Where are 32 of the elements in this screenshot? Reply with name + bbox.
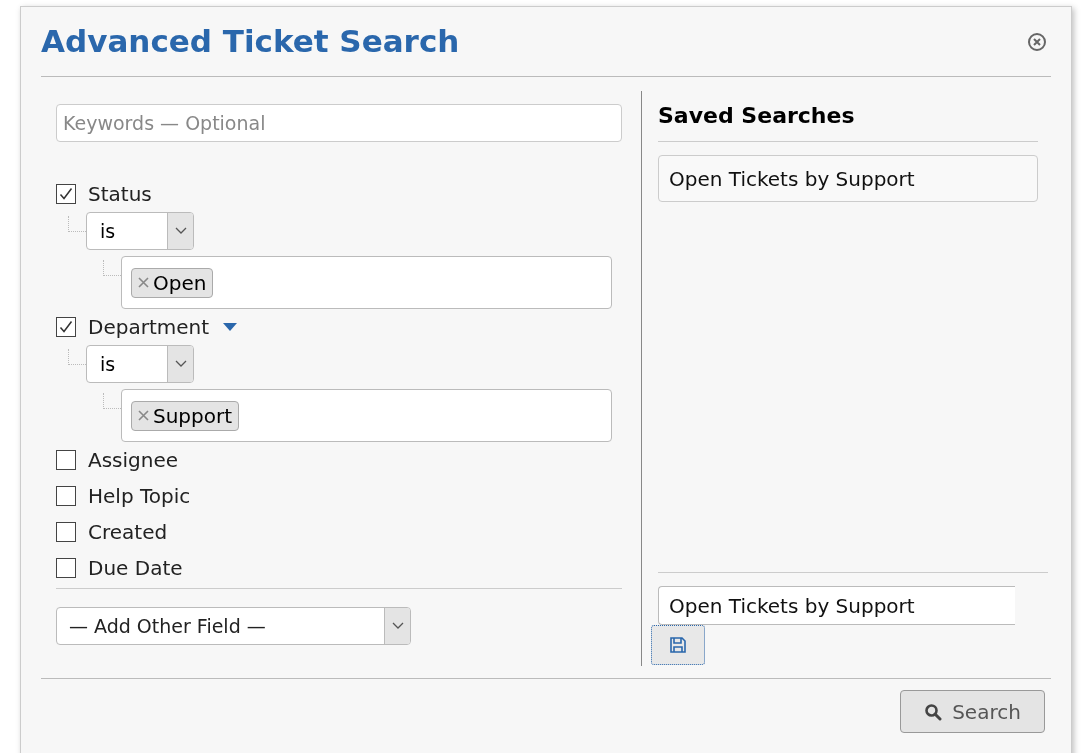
remove-icon[interactable] <box>138 277 149 288</box>
value-tag: Support <box>131 400 240 431</box>
add-field-select[interactable]: — Add Other Field — <box>56 607 411 645</box>
checkbox[interactable] <box>56 522 76 542</box>
criterion-label: Assignee <box>88 447 179 474</box>
checkbox[interactable] <box>56 317 76 337</box>
search-icon <box>924 702 943 721</box>
operator-select[interactable]: is <box>86 345 194 383</box>
checkbox[interactable] <box>56 558 76 578</box>
checkbox[interactable] <box>56 184 76 204</box>
save-icon <box>669 636 687 654</box>
checkbox[interactable] <box>56 450 76 470</box>
section-heading: Saved Searches <box>658 102 856 130</box>
criterion-label: Created <box>88 519 168 546</box>
operator-select[interactable]: is <box>86 212 194 250</box>
dialog-title: Advanced Ticket Search <box>41 22 460 62</box>
search-button[interactable]: Search <box>900 690 1045 733</box>
save-button[interactable] <box>651 625 705 665</box>
checkbox[interactable] <box>56 486 76 506</box>
search-name-field[interactable]: Open Tickets by Support <box>658 586 1015 625</box>
saved-search-item[interactable]: Open Tickets by Support <box>658 155 1038 202</box>
criterion-label: Due Date <box>88 555 183 582</box>
criterion-label: Department <box>88 314 210 341</box>
values-field[interactable]: Open <box>121 256 612 309</box>
criterion-label: Status <box>88 181 152 208</box>
dropdown-arrow-icon[interactable] <box>223 323 238 331</box>
close-icon[interactable] <box>1027 31 1047 52</box>
remove-icon[interactable] <box>138 410 149 421</box>
keywords-field[interactable]: Keywords — Optional <box>56 104 622 142</box>
value-tag: Open <box>131 267 214 298</box>
criterion-label: Help Topic <box>88 483 191 510</box>
values-field[interactable]: Support <box>121 389 612 442</box>
